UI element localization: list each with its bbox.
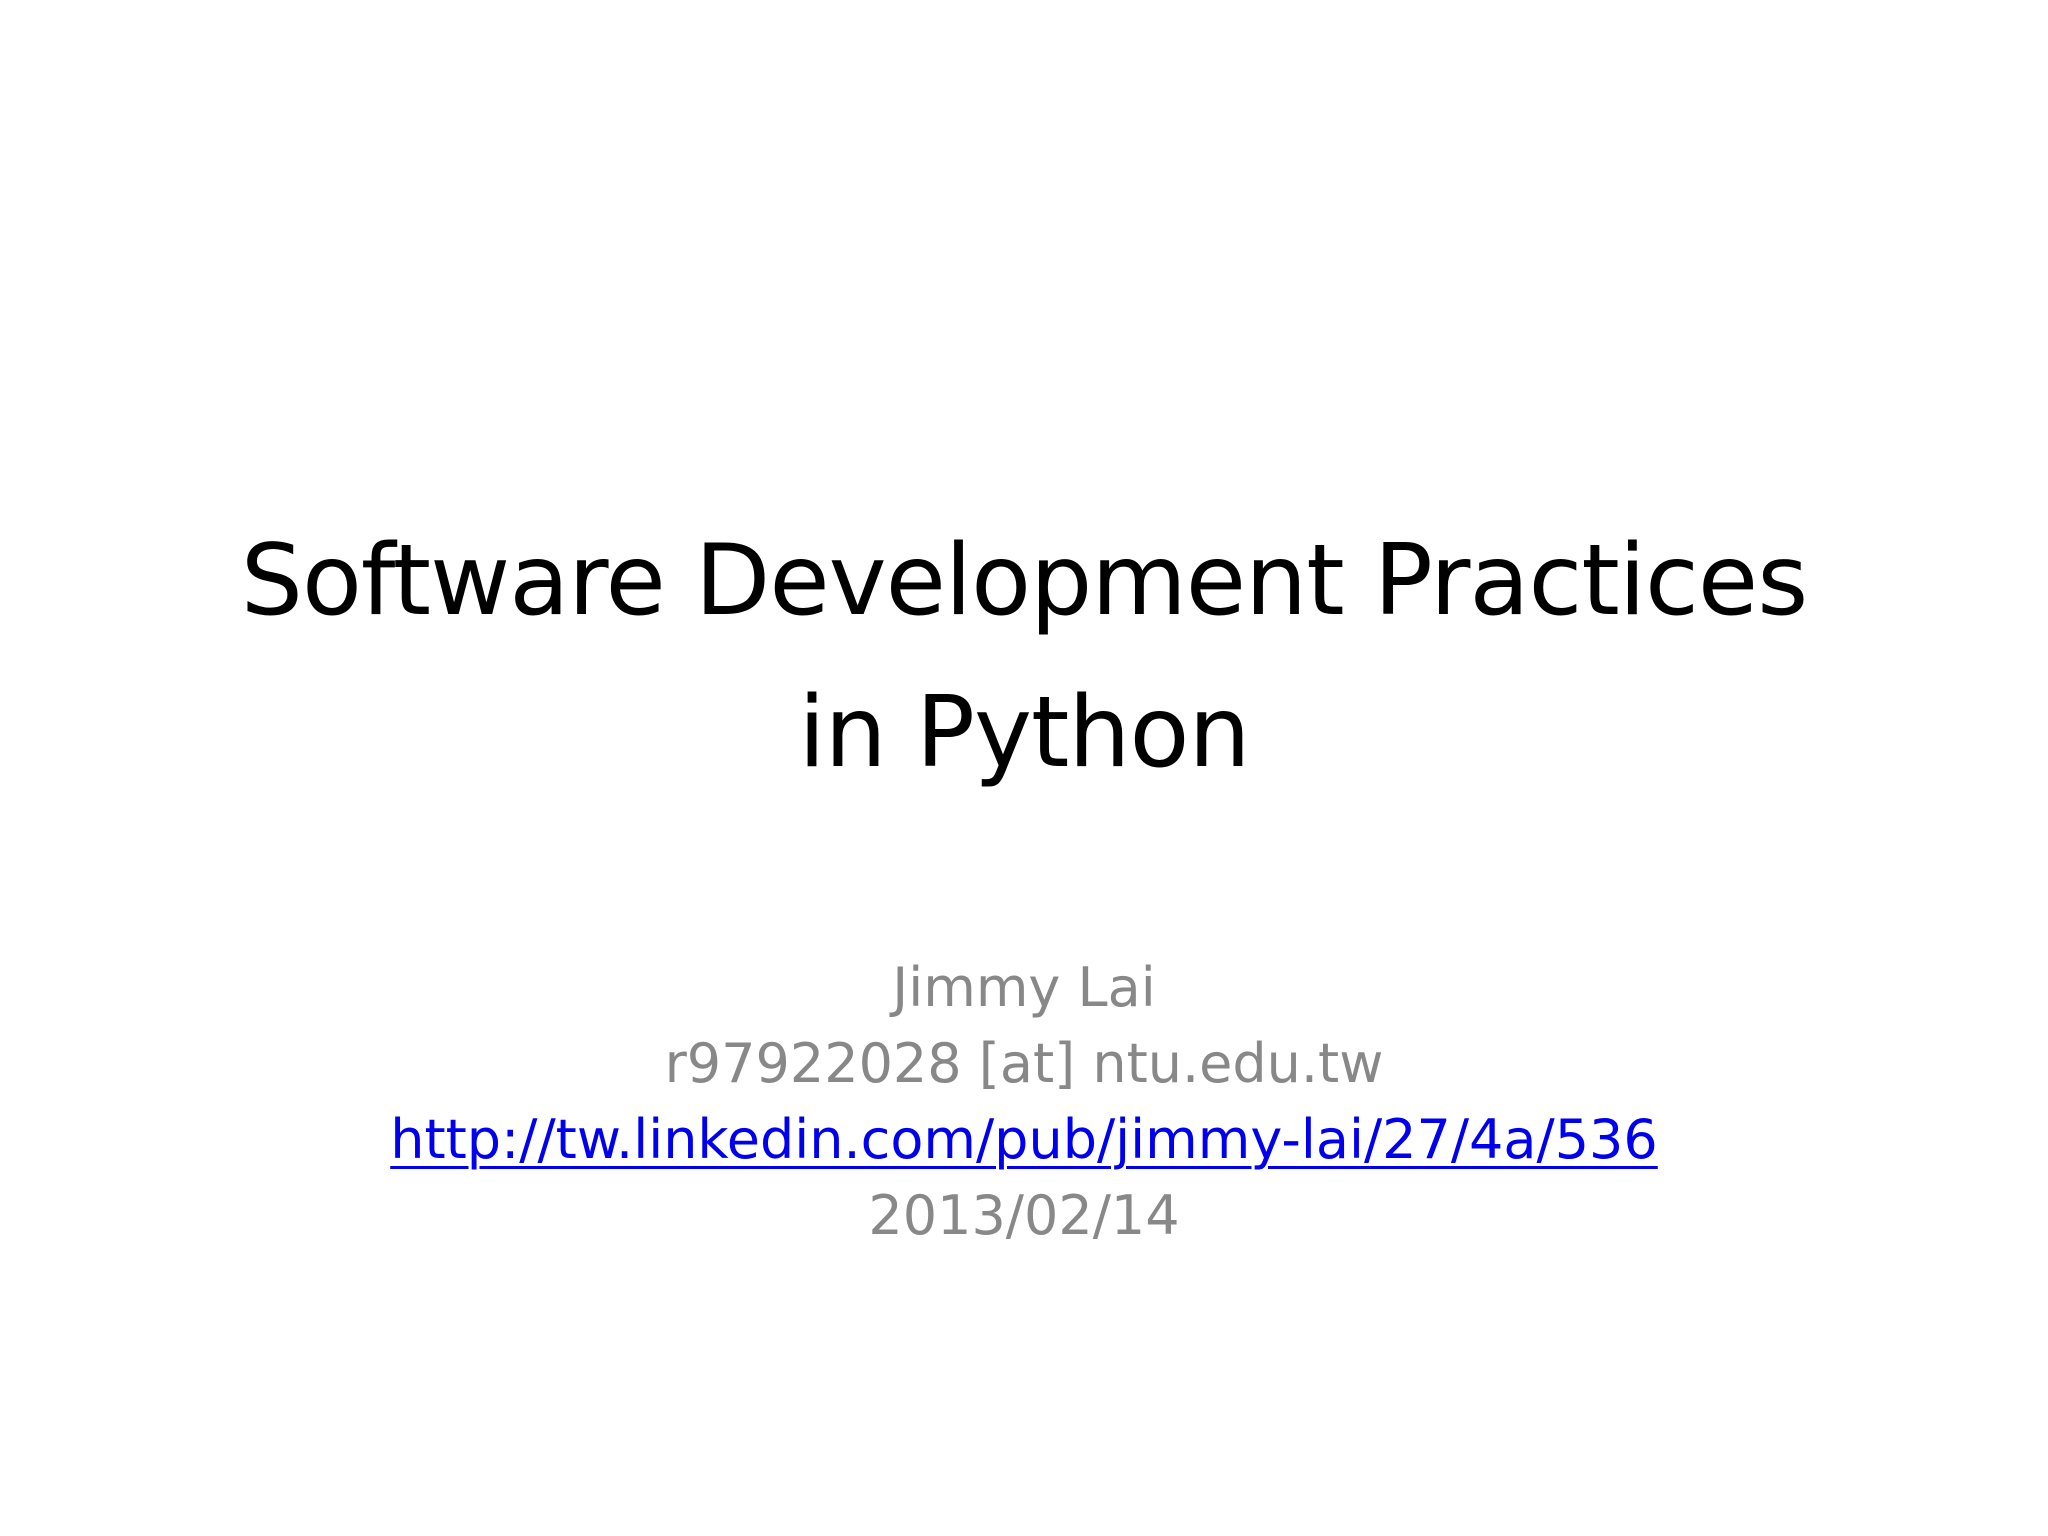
profile-link-row: http://tw.linkedin.com/pub/jimmy-lai/27/… <box>0 1102 2048 1178</box>
slide-subtitle: Jimmy Lai r97922028 [at] ntu.edu.tw http… <box>0 950 2048 1254</box>
presentation-date: 2013/02/14 <box>868 1184 1180 1247</box>
title-slide: Software Development Practices in Python… <box>0 0 2048 1536</box>
author-email: r97922028 [at] ntu.edu.tw <box>664 1032 1384 1095</box>
author-name: Jimmy Lai <box>892 956 1156 1019</box>
slide-title-line-1: Software Development Practices <box>240 524 1809 638</box>
slide-title: Software Development Practices in Python <box>0 505 2048 809</box>
linkedin-profile-link[interactable]: http://tw.linkedin.com/pub/jimmy-lai/27/… <box>390 1102 1658 1178</box>
slide-title-line-2: in Python <box>798 676 1250 790</box>
